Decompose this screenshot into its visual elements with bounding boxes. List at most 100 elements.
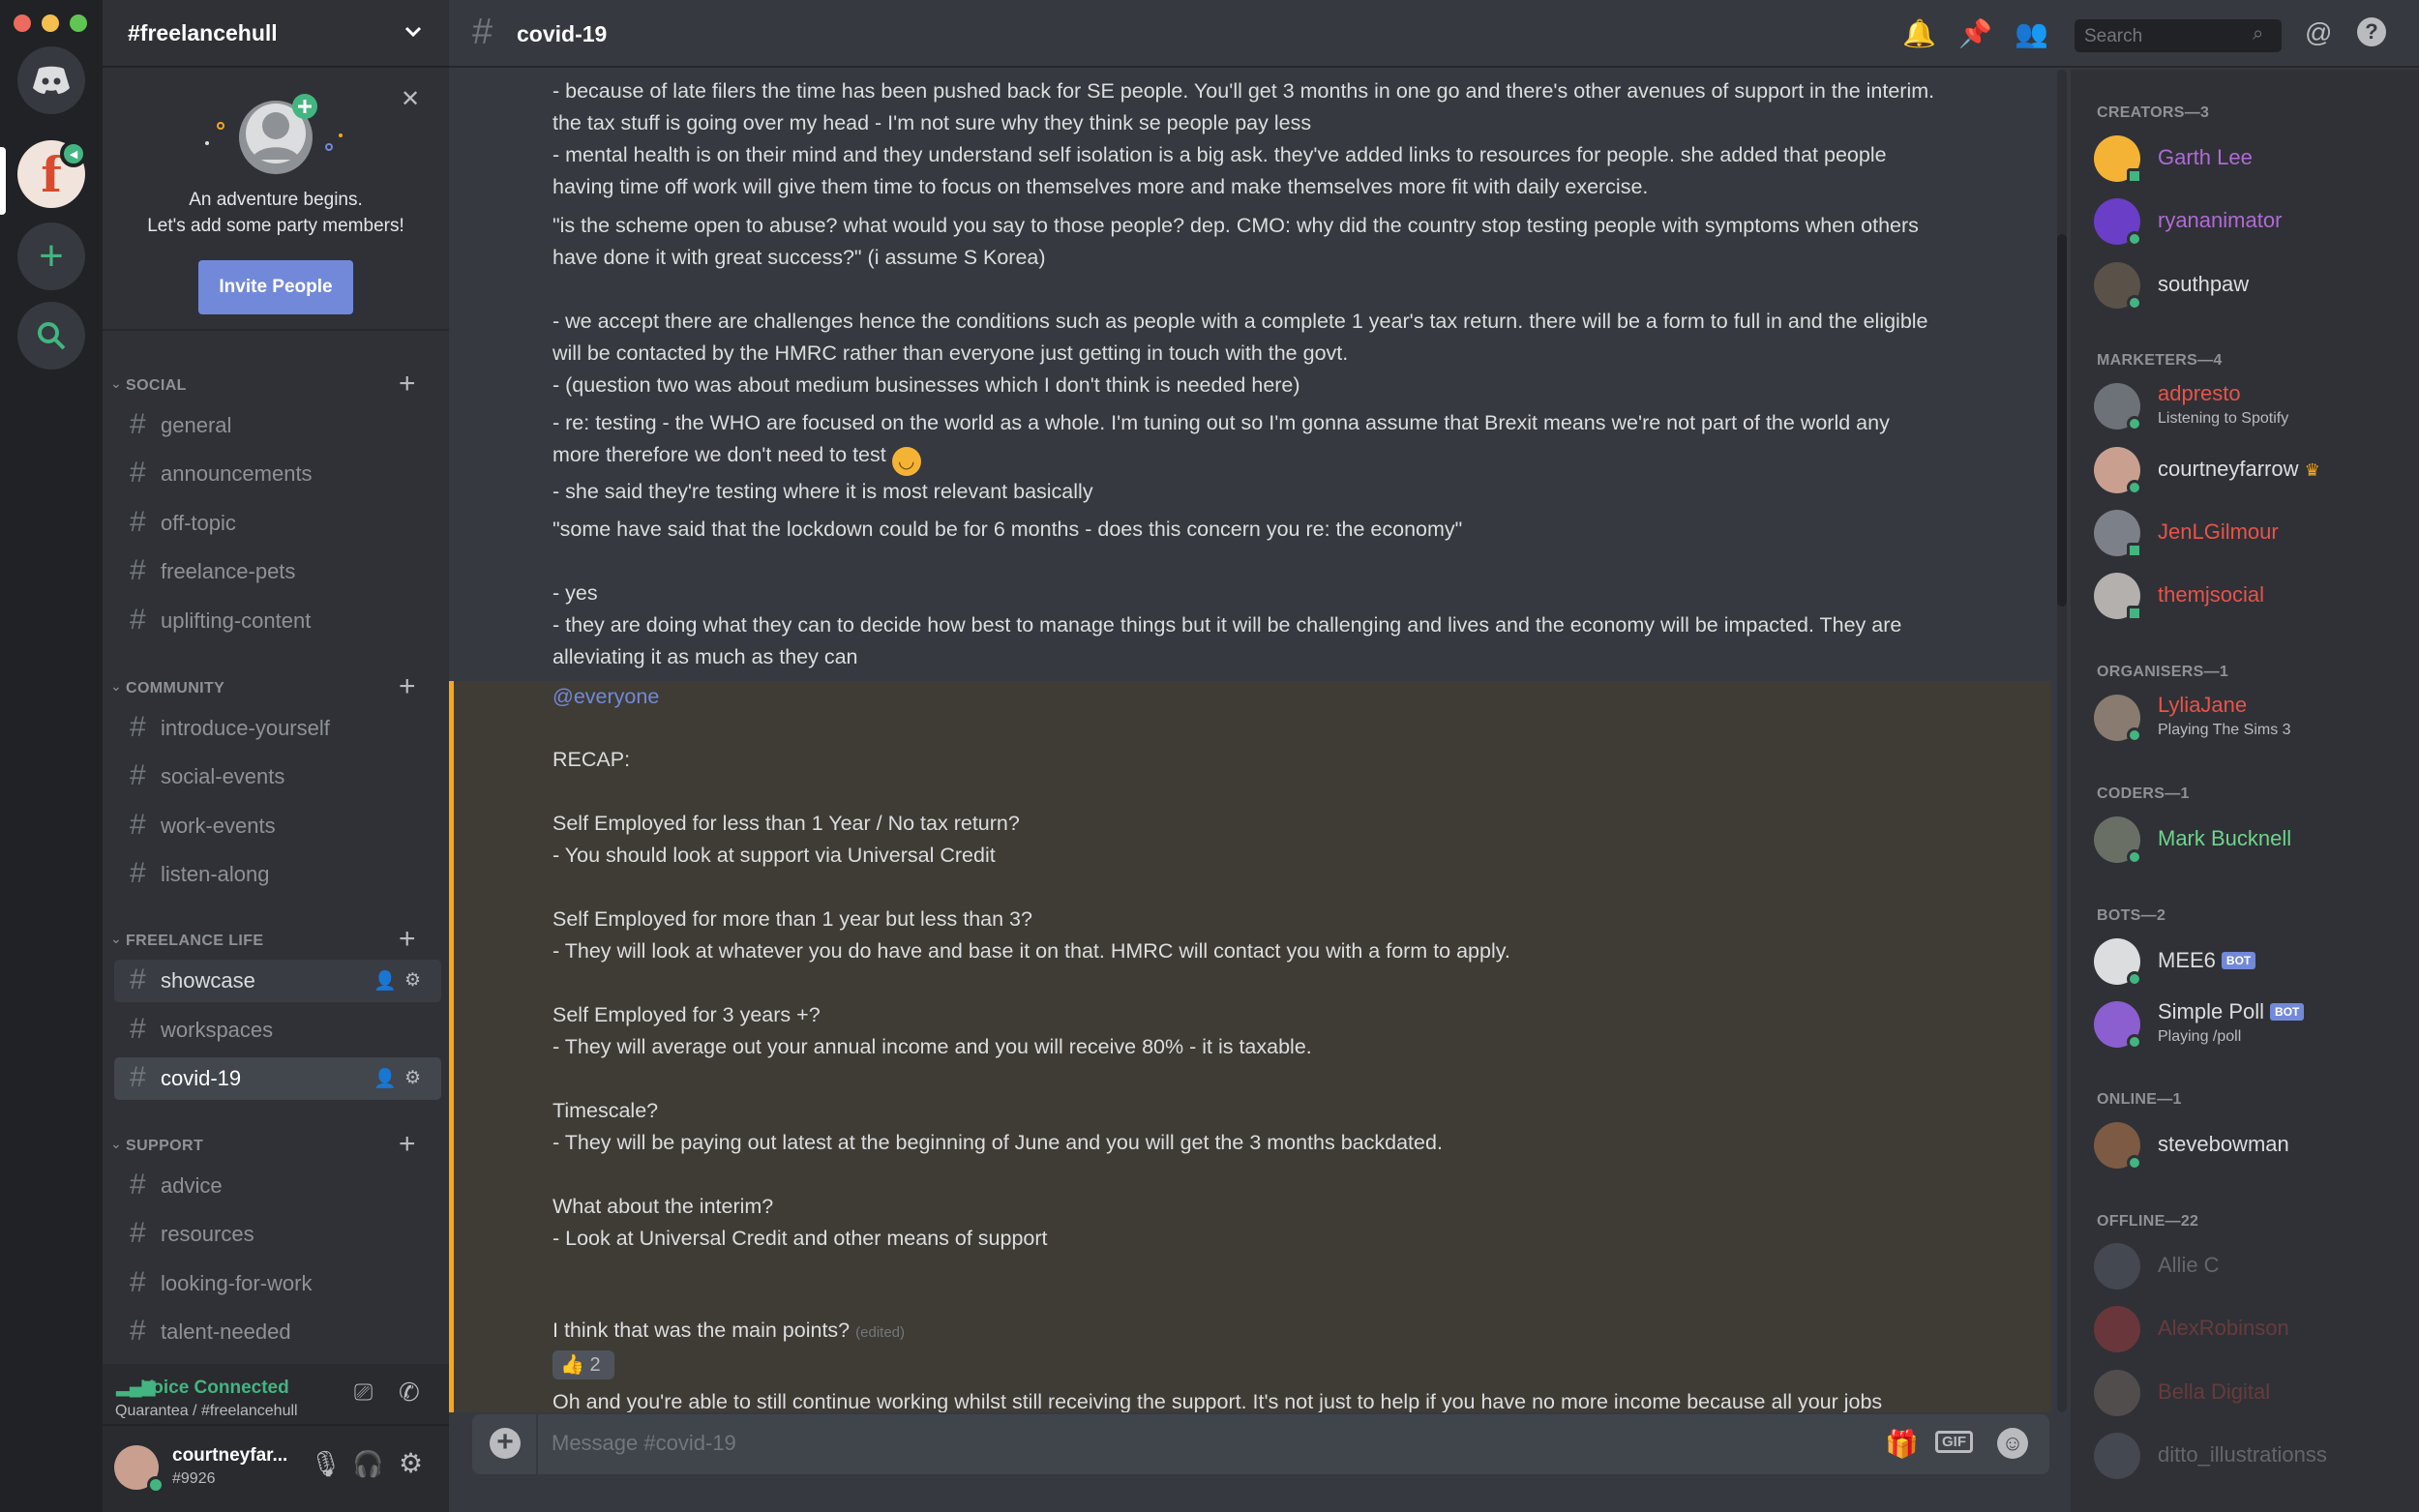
emoji-picker-icon[interactable]: ☺: [1997, 1428, 2028, 1459]
home-discord-icon[interactable]: [17, 46, 85, 114]
close-icon[interactable]: ✕: [401, 85, 420, 113]
create-channel-plus-icon[interactable]: +: [399, 923, 416, 956]
channel-name: social-events: [161, 764, 285, 788]
help-icon[interactable]: ?: [2357, 17, 2386, 46]
invite-people-button[interactable]: Invite People: [198, 260, 353, 314]
member-name-text: Simple Poll: [2158, 999, 2265, 1023]
channel-uplifting-content[interactable]: # uplifting-content: [114, 600, 441, 642]
channel-talent-needed[interactable]: # talent-needed: [114, 1311, 441, 1353]
channel-workspaces[interactable]: # workspaces: [114, 1009, 441, 1052]
member-ditto-illustrationss[interactable]: ditto_illustrationss: [2094, 1427, 2413, 1485]
headphones-icon[interactable]: 🎧: [352, 1449, 383, 1479]
member-southpaw[interactable]: southpaw: [2094, 256, 2413, 314]
category-freelance-life[interactable]: ⌄ FREELANCE LIFE +: [103, 923, 449, 956]
member-simple-poll[interactable]: Simple Poll BOT Playing /poll: [2094, 995, 2413, 1053]
member-alexrobinson[interactable]: AlexRobinson: [2094, 1300, 2413, 1358]
create-channel-plus-icon[interactable]: +: [399, 1128, 416, 1161]
search-input[interactable]: Search ⌕: [2075, 19, 2282, 52]
member-stevebowman[interactable]: stevebowman: [2094, 1116, 2413, 1174]
screen-share-icon[interactable]: ⎚: [354, 1379, 373, 1407]
create-invite-icon[interactable]: 👤: [373, 969, 397, 993]
channel-name: general: [161, 413, 232, 437]
member-mark-bucknell[interactable]: Mark Bucknell: [2094, 811, 2413, 869]
member-courtneyfarrow[interactable]: courtneyfarrow ♛: [2094, 441, 2413, 499]
category-support[interactable]: ⌄ SUPPORT +: [103, 1128, 449, 1161]
disconnect-call-icon[interactable]: ✆: [399, 1378, 420, 1408]
member-lyliajane[interactable]: LyliaJane Playing The Sims 3: [2094, 689, 2413, 747]
server-header[interactable]: #freelancehull: [103, 0, 449, 68]
server-name: #freelancehull: [128, 19, 278, 45]
message-composer[interactable]: + Message #covid-19 🎁 GIF ☺: [472, 1414, 2049, 1474]
online-status-dot: [2127, 1155, 2142, 1171]
user-settings-gear-icon[interactable]: ⚙: [399, 1447, 423, 1479]
gift-icon[interactable]: 🎁: [1885, 1428, 1919, 1460]
microphone-icon[interactable]: 🎙: [310, 1449, 342, 1479]
member-list: CREATORS—3 Garth Lee ryananimator southp…: [2071, 70, 2419, 1512]
message-input[interactable]: Message #covid-19: [552, 1431, 736, 1456]
mobile-status-icon: [2127, 543, 2142, 558]
selected-server-pill: [0, 147, 6, 215]
everyone-mention[interactable]: @everyone: [552, 681, 1985, 713]
mentions-at-icon[interactable]: @: [2305, 17, 2332, 48]
reaction-count: 2: [589, 1354, 601, 1376]
channel-advice[interactable]: # advice: [114, 1165, 441, 1207]
channel-off-topic[interactable]: # off-topic: [114, 502, 441, 545]
member-bella-digital[interactable]: Bella Digital: [2094, 1364, 2413, 1422]
explore-search-icon[interactable]: [17, 302, 85, 370]
gear-icon[interactable]: ⚙: [404, 969, 421, 992]
member-ryananimator[interactable]: ryananimator: [2094, 193, 2413, 251]
channel-name: introduce-yourself: [161, 716, 330, 740]
channel-general[interactable]: # general: [114, 404, 441, 447]
add-server-icon[interactable]: +: [17, 222, 85, 290]
message: - because of late filers the time has be…: [552, 79, 1935, 103]
message-scrollbar[interactable]: [2057, 70, 2067, 1412]
channel-freelance-pets[interactable]: # freelance-pets: [114, 550, 441, 593]
window-minimize-dot[interactable]: [42, 15, 59, 32]
voice-channel[interactable]: Quarantea / #freelancehull: [115, 1403, 298, 1420]
pin-icon[interactable]: 📌: [1958, 17, 1992, 49]
channel-looking-for-work[interactable]: # looking-for-work: [114, 1262, 441, 1305]
category-community[interactable]: ⌄ COMMUNITY +: [103, 670, 449, 703]
create-invite-icon[interactable]: 👤: [373, 1067, 397, 1090]
channel-announcements[interactable]: # announcements: [114, 453, 441, 495]
channel-work-events[interactable]: # work-events: [114, 805, 441, 847]
channel-name: workspaces: [161, 1018, 274, 1042]
category-social[interactable]: ⌄ SOCIAL +: [103, 368, 449, 400]
chevron-down-icon: ⌄: [110, 1136, 122, 1151]
member-name-text: MEE6: [2158, 948, 2216, 972]
channel-listen-along[interactable]: # listen-along: [114, 853, 441, 896]
channel-showcase[interactable]: # showcase 👤 ⚙: [114, 960, 441, 1002]
gif-picker-button[interactable]: GIF: [1935, 1431, 1973, 1453]
member-adpresto[interactable]: adpresto Listening to Spotify: [2094, 377, 2413, 435]
channel-social-events[interactable]: # social-events: [114, 756, 441, 798]
group-marketers: MARKETERS—4: [2097, 352, 2223, 369]
window-zoom-dot[interactable]: [70, 15, 87, 32]
message: "some have said that the lockdown could …: [552, 518, 1902, 668]
hash-icon: #: [130, 1169, 146, 1201]
gear-icon[interactable]: ⚙: [404, 1067, 421, 1089]
create-channel-plus-icon[interactable]: +: [399, 670, 416, 703]
member-mee6[interactable]: MEE6 BOT: [2094, 933, 2413, 991]
member-themjsocial[interactable]: themjsocial: [2094, 567, 2413, 625]
member-list-icon[interactable]: 👥: [2015, 17, 2048, 49]
category-label: SUPPORT: [126, 1138, 204, 1154]
user-panel: courtneyfar... #9926 🎙 🎧 ⚙: [103, 1426, 449, 1512]
channel-introduce-yourself[interactable]: # introduce-yourself: [114, 707, 441, 750]
member-allie-c[interactable]: Allie C: [2094, 1237, 2413, 1295]
hash-icon: #: [130, 857, 146, 889]
server-freelancehull-icon[interactable]: f ◀: [17, 140, 87, 208]
notification-bell-icon[interactable]: 🔔: [1902, 17, 1936, 49]
scrollbar-thumb[interactable]: [2057, 234, 2067, 607]
channel-name: talent-needed: [161, 1319, 291, 1344]
member-garth-lee[interactable]: Garth Lee: [2094, 130, 2413, 188]
hash-icon: #: [130, 506, 146, 538]
create-channel-plus-icon[interactable]: +: [399, 368, 416, 400]
member-jenlgilmour[interactable]: JenLGilmour: [2094, 504, 2413, 562]
thumbs-up-reaction[interactable]: 👍 2: [552, 1350, 614, 1379]
hash-icon: #: [130, 554, 146, 586]
channel-resources[interactable]: # resources: [114, 1213, 441, 1256]
window-close-dot[interactable]: [14, 15, 31, 32]
upload-plus-icon[interactable]: +: [490, 1428, 521, 1459]
channel-covid-19[interactable]: # covid-19 👤 ⚙: [114, 1057, 441, 1100]
channel-name: looking-for-work: [161, 1271, 313, 1295]
